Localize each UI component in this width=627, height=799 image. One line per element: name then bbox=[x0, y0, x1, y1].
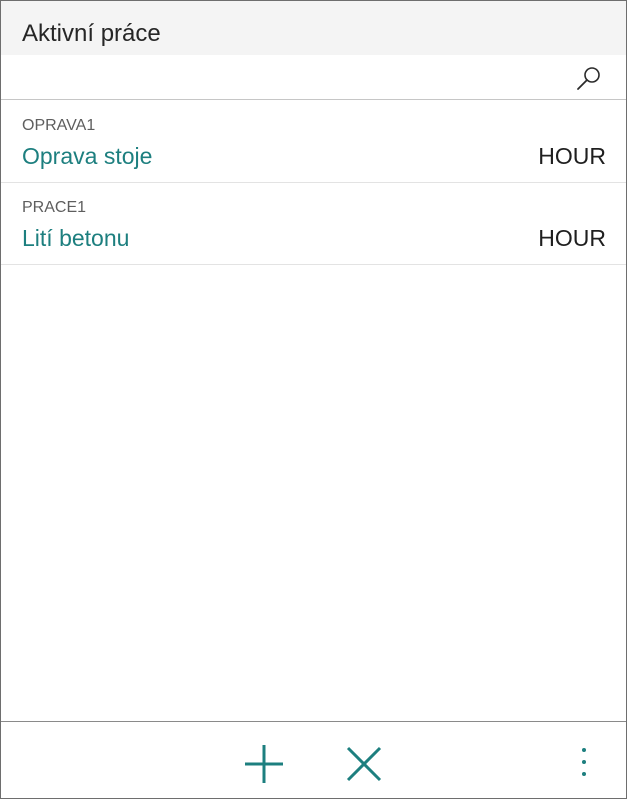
close-icon bbox=[346, 746, 382, 782]
item-name[interactable]: Lití betonu bbox=[22, 224, 129, 252]
delete-button[interactable] bbox=[342, 742, 386, 786]
item-code: OPRAVA1 bbox=[22, 117, 96, 134]
more-button[interactable] bbox=[572, 742, 596, 786]
work-list: OPRAVA1 Oprava stoje HOUR PRACE1 Lití be… bbox=[1, 101, 626, 265]
plus-icon bbox=[245, 745, 283, 783]
item-unit: HOUR bbox=[538, 225, 606, 251]
more-vertical-icon bbox=[582, 748, 586, 776]
page-header: Aktivní práce bbox=[1, 1, 626, 55]
app-window: Aktivní práce OPRAVA1 Oprava stoje HOUR … bbox=[0, 0, 627, 799]
search-bar bbox=[1, 55, 626, 100]
search-icon[interactable] bbox=[573, 65, 603, 91]
page-title: Aktivní práce bbox=[22, 20, 161, 47]
item-unit: HOUR bbox=[538, 143, 606, 169]
list-item[interactable]: OPRAVA1 Oprava stoje HOUR bbox=[1, 101, 626, 183]
action-bar bbox=[1, 721, 626, 798]
add-button[interactable] bbox=[242, 742, 286, 786]
item-code: PRACE1 bbox=[22, 199, 87, 216]
list-item[interactable]: PRACE1 Lití betonu HOUR bbox=[1, 183, 626, 265]
item-name[interactable]: Oprava stoje bbox=[22, 142, 152, 170]
